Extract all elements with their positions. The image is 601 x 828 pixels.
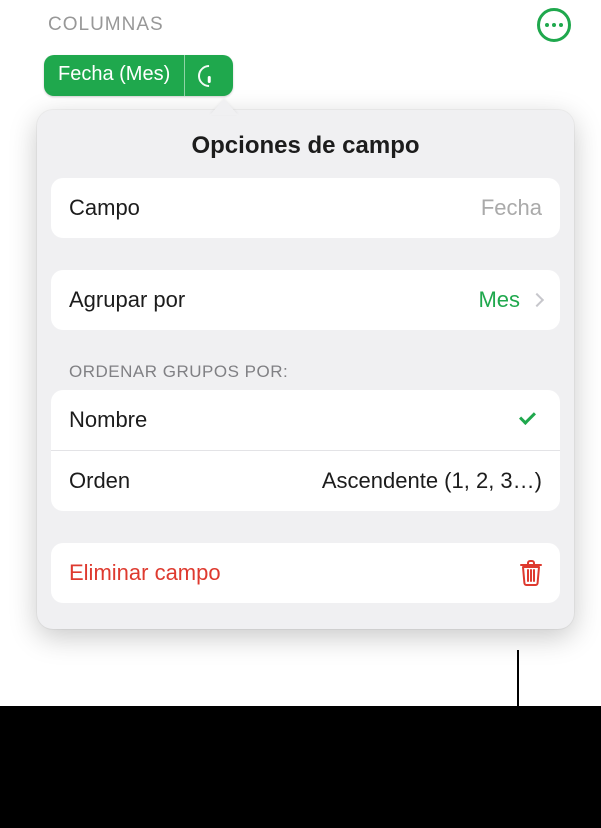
trash-icon bbox=[520, 560, 542, 586]
field-row: Campo Fecha bbox=[51, 178, 560, 238]
columns-header-title: COLUMNAS bbox=[48, 14, 164, 36]
popover-title: Opciones de campo bbox=[37, 110, 574, 178]
popover-pointer bbox=[210, 99, 238, 115]
sort-by-name-label: Nombre bbox=[69, 407, 147, 433]
field-pill-label: Fecha (Mes) bbox=[44, 55, 184, 96]
columns-header: COLUMNAS bbox=[30, 0, 581, 50]
checkmark-icon bbox=[520, 409, 542, 431]
field-options-icon[interactable] bbox=[185, 65, 233, 87]
sort-section-label: ORDENAR GRUPOS POR: bbox=[69, 362, 542, 382]
sort-order-label: Orden bbox=[69, 468, 130, 494]
more-options-button[interactable] bbox=[537, 8, 571, 42]
group-by-label: Agrupar por bbox=[69, 287, 185, 313]
sort-order-row[interactable]: Orden Ascendente (1, 2, 3…) bbox=[51, 450, 560, 511]
sort-by-name-row[interactable]: Nombre bbox=[51, 390, 560, 450]
chevron-right-icon bbox=[530, 293, 544, 307]
field-options-popover: Opciones de campo Campo Fecha Agrupar po… bbox=[37, 110, 574, 629]
field-row-value: Fecha bbox=[481, 195, 542, 221]
group-by-row[interactable]: Agrupar por Mes bbox=[51, 270, 560, 330]
sort-order-value: Ascendente (1, 2, 3…) bbox=[322, 468, 542, 494]
delete-field-label: Eliminar campo bbox=[69, 560, 221, 586]
field-row-label: Campo bbox=[69, 195, 140, 221]
field-pill-fecha-mes[interactable]: Fecha (Mes) bbox=[44, 55, 233, 96]
group-by-value: Mes bbox=[478, 287, 520, 313]
delete-field-row[interactable]: Eliminar campo bbox=[51, 543, 560, 603]
bottom-black-band bbox=[0, 706, 601, 828]
